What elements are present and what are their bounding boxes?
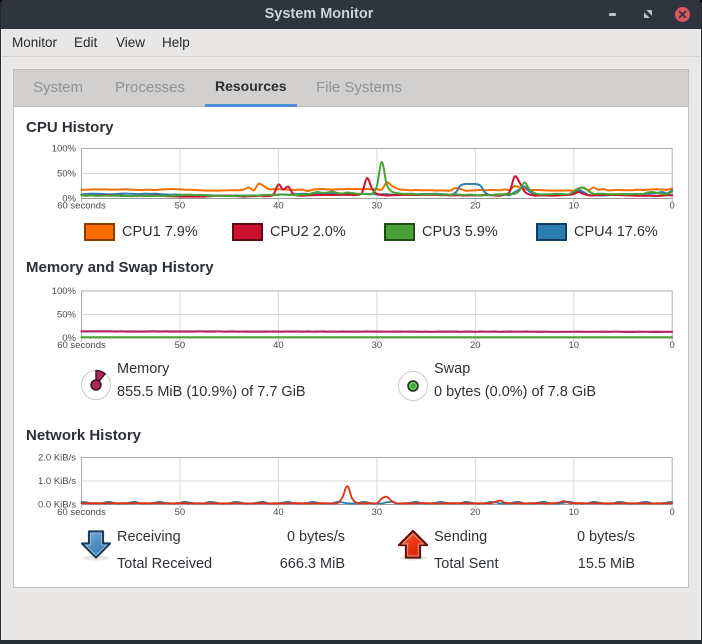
svg-text:2.0 KiB/s: 2.0 KiB/s bbox=[38, 453, 76, 464]
svg-text:60 seconds: 60 seconds bbox=[57, 340, 106, 351]
svg-text:30: 30 bbox=[372, 340, 383, 351]
svg-text:0: 0 bbox=[670, 507, 675, 518]
svg-text:40: 40 bbox=[273, 201, 284, 212]
svg-text:60 seconds: 60 seconds bbox=[57, 507, 106, 518]
svg-text:1.0 KiB/s: 1.0 KiB/s bbox=[38, 476, 76, 487]
svg-text:10: 10 bbox=[569, 507, 580, 518]
svg-text:40: 40 bbox=[273, 340, 284, 351]
svg-text:10: 10 bbox=[569, 201, 580, 212]
svg-text:50: 50 bbox=[175, 507, 186, 518]
svg-text:40: 40 bbox=[273, 507, 284, 518]
svg-text:30: 30 bbox=[372, 507, 383, 518]
svg-text:0: 0 bbox=[670, 340, 675, 351]
svg-text:20: 20 bbox=[470, 507, 481, 518]
svg-text:50%: 50% bbox=[57, 310, 77, 321]
svg-text:60 seconds: 60 seconds bbox=[57, 201, 106, 212]
svg-text:50: 50 bbox=[175, 201, 186, 212]
svg-text:20: 20 bbox=[470, 201, 481, 212]
svg-text:30: 30 bbox=[372, 201, 383, 212]
svg-text:50%: 50% bbox=[57, 169, 77, 180]
svg-text:20: 20 bbox=[470, 340, 481, 351]
svg-text:50: 50 bbox=[175, 340, 186, 351]
svg-text:100%: 100% bbox=[52, 286, 77, 297]
svg-text:10: 10 bbox=[569, 340, 580, 351]
svg-text:100%: 100% bbox=[52, 144, 77, 155]
svg-text:0: 0 bbox=[670, 201, 675, 212]
